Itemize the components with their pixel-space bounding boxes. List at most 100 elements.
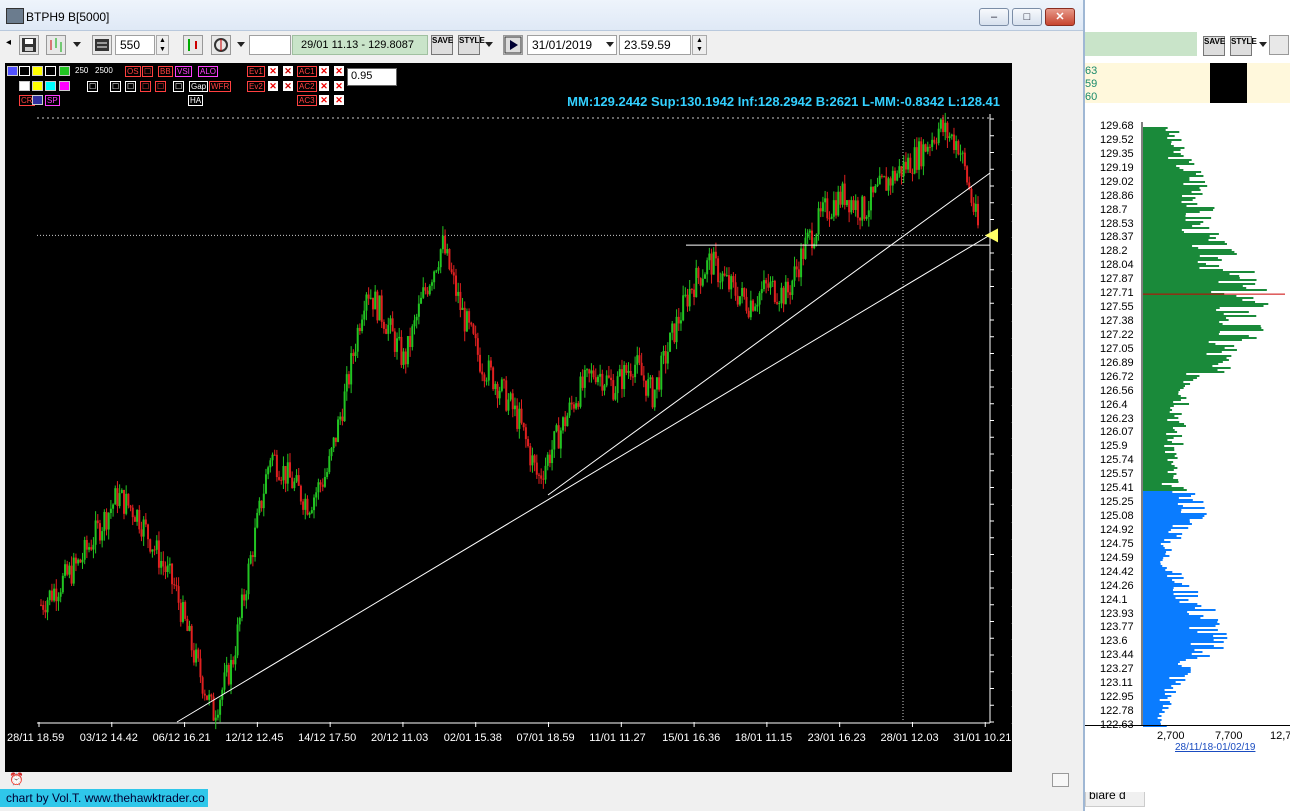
volume-bar (1143, 349, 1237, 351)
volume-bar (1143, 465, 1175, 467)
candle-body (166, 565, 169, 573)
volume-bar (1143, 241, 1225, 243)
y-tick-label: 124.6 (1011, 548, 1012, 560)
minimize-button[interactable]: – (979, 8, 1009, 26)
play-icon[interactable] (503, 35, 523, 55)
candle-body (365, 294, 368, 311)
scroll-left-icon[interactable]: ◂ (6, 37, 11, 57)
maximize-button[interactable]: □ (1012, 8, 1042, 26)
candle-body (219, 699, 222, 715)
candle-body (177, 586, 180, 603)
volume-bar (1143, 551, 1167, 553)
candle-body (345, 374, 348, 392)
x-tick-label: 31/01 10.21 (953, 732, 1012, 744)
chart-type-dropdown-icon[interactable] (73, 42, 81, 47)
horizontal-scroll-thumb[interactable] (1052, 773, 1069, 787)
candle-body (540, 475, 543, 479)
volume-price-label: 127.38 (1100, 315, 1134, 328)
bars-spinner[interactable]: ▲ ▼ (156, 35, 169, 55)
volume-bar (1143, 681, 1176, 683)
volume-bar (1143, 625, 1216, 627)
candle-body (854, 200, 857, 211)
chart-type-icon[interactable] (46, 35, 66, 55)
volume-bar (1143, 235, 1210, 237)
volume-bar (1143, 289, 1267, 291)
time-spinner[interactable]: ▲ ▼ (692, 35, 707, 55)
candle-body (461, 307, 464, 310)
volume-bar (1143, 311, 1249, 313)
bg-save-button[interactable]: SAVE (1203, 36, 1225, 56)
candle-body (400, 336, 403, 365)
volume-bar (1143, 267, 1200, 269)
candle-body (527, 439, 530, 447)
close-button[interactable]: ✕ (1045, 8, 1075, 26)
volume-bar (1143, 221, 1204, 223)
candle-body (70, 565, 73, 584)
cycle-dropdown-icon[interactable] (237, 42, 245, 47)
volume-price-label: 124.1 (1100, 593, 1128, 606)
bg-play-icon[interactable] (1269, 35, 1289, 55)
x-tick-label: 18/01 11.15 (734, 732, 793, 744)
save-icon[interactable] (19, 35, 39, 55)
candle-body (802, 248, 805, 259)
time-input[interactable]: 23.59.59 (619, 35, 691, 55)
price-chart[interactable]: 250 2500 CR SP OS ☐ BB VSI ALO ☐ ☐ ☐ ☐ ☐… (5, 63, 1012, 772)
candle-body (247, 563, 250, 595)
volume-bar (1143, 243, 1227, 245)
candle-body (258, 500, 261, 513)
volume-bar (1143, 587, 1174, 589)
candle-body (776, 302, 779, 304)
candle-body (795, 266, 798, 270)
bars-count-input[interactable]: 550 (115, 35, 155, 55)
volume-bar (1143, 491, 1173, 493)
volume-bar (1143, 417, 1179, 419)
candle-body (566, 415, 569, 427)
candle-body (267, 467, 270, 475)
volume-bar (1143, 679, 1186, 681)
date-dropdown-icon[interactable] (606, 42, 614, 47)
candle-body (273, 454, 276, 456)
volume-bar (1143, 185, 1208, 187)
candle-body (101, 531, 104, 541)
volume-price-label: 125.74 (1100, 454, 1134, 467)
style-button[interactable]: STYLE (458, 35, 485, 55)
candle-body (310, 510, 313, 514)
volume-bar (1143, 483, 1162, 485)
indicator-icon[interactable] (183, 35, 203, 55)
alarm-icon[interactable]: ⏰ (9, 772, 24, 786)
symbol-input[interactable] (249, 35, 291, 55)
volume-bar (1143, 319, 1229, 321)
candle-body (232, 659, 235, 665)
candle-body (837, 191, 840, 216)
date-picker[interactable]: 31/01/2019 (527, 35, 617, 55)
volume-bar (1143, 571, 1173, 573)
candle-body (520, 408, 523, 423)
candle-body (924, 144, 927, 152)
bg-dropdown-icon[interactable] (1259, 42, 1267, 47)
volume-bar (1143, 513, 1207, 515)
volume-bar (1143, 187, 1200, 189)
volume-price-label: 122.78 (1100, 705, 1134, 718)
cycle-icon[interactable] (211, 35, 231, 55)
title-bar[interactable]: BTPH9 B[5000] – □ ✕ (0, 0, 1083, 31)
volume-price-label: 125.25 (1100, 496, 1134, 509)
candle-body (902, 161, 905, 177)
candle-body (859, 217, 862, 221)
candle-body (118, 493, 121, 507)
candle-body (861, 196, 864, 221)
volume-bar (1143, 581, 1175, 583)
volume-bar (1143, 693, 1165, 695)
y-tick-label: 129.6 (1011, 129, 1012, 141)
volume-bar (1143, 449, 1175, 451)
candle-body (413, 320, 416, 327)
volume-bar (1143, 527, 1189, 529)
volume-bar (1143, 493, 1196, 495)
volume-bar (1143, 531, 1169, 533)
candle-body (734, 282, 737, 296)
volume-price-label: 126.72 (1100, 370, 1134, 383)
volume-bar (1143, 537, 1182, 539)
candle-body (699, 277, 702, 286)
style-dropdown-icon[interactable] (485, 42, 493, 47)
bg-style-button[interactable]: STYLE (1230, 36, 1257, 56)
save-style-button[interactable]: SAVE (431, 35, 453, 55)
